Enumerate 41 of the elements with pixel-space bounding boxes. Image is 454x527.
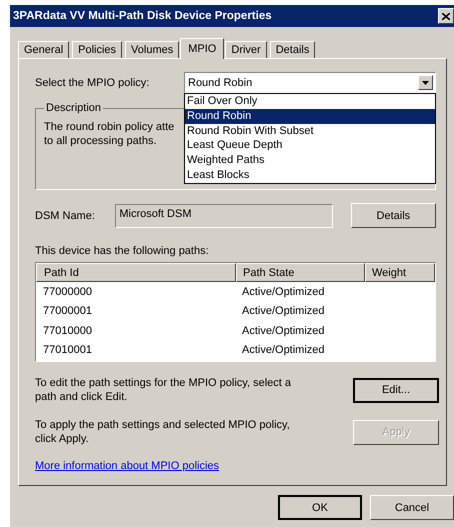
tab[interactable]: Volumes xyxy=(125,41,180,58)
column-header[interactable]: Path State xyxy=(236,263,365,282)
dialog-button[interactable]: OK xyxy=(278,495,362,520)
path-state-cell-text: Active/Optimized xyxy=(241,286,326,298)
dropdown-value: Round Robin xyxy=(188,76,252,88)
policy-dropdown[interactable]: Round Robin xyxy=(184,72,436,93)
dropdown-option[interactable]: Fail Over Only xyxy=(185,94,435,109)
details-button[interactable]: Details xyxy=(350,203,436,228)
path-state-cell-text: Active/Optimized xyxy=(241,324,326,337)
path-id-cell-text: 77000000 xyxy=(42,286,93,298)
tab[interactable]: General xyxy=(18,41,70,58)
path-id-cell-text: 77000001 xyxy=(42,305,93,318)
dropdown-option[interactable]: Round Robin With Subset xyxy=(185,124,435,138)
path-state-cell-text: Active/Optimized xyxy=(241,344,326,356)
policy-label: Select the MPIO policy: xyxy=(35,76,150,88)
path-state-cell-text: Active/Optimized xyxy=(241,305,326,318)
dropdown-option[interactable]: Weighted Paths xyxy=(185,153,435,168)
close-button[interactable] xyxy=(438,8,454,24)
description-text: The round robin policy atte to all processing paths. xyxy=(44,120,174,148)
paths-caption: This device has the following paths: xyxy=(35,245,210,257)
group-title: Description xyxy=(45,102,102,114)
instruction-text: To edit the path settings for the MPIO policy, select a path and click Edit. xyxy=(35,376,291,404)
tab[interactable]: Details xyxy=(270,41,316,58)
dsm-field[interactable]: Microsoft DSM xyxy=(115,204,333,228)
window-title: 3PARdata VV Multi-Path Disk Device Properties xyxy=(13,10,272,22)
path-id-cell-text: 77010000 xyxy=(42,324,93,337)
close-icon xyxy=(442,12,450,20)
path-id-cell-text: 77010001 xyxy=(42,344,93,356)
help-link[interactable]: More information about MPIO policies xyxy=(35,460,220,472)
column-header[interactable]: Weight xyxy=(365,263,435,282)
dialog-button[interactable]: Cancel xyxy=(370,495,454,520)
dropdown-option[interactable]: Least Blocks xyxy=(185,168,435,183)
dsm-label: DSM Name: xyxy=(35,210,96,222)
tab[interactable]: Driver xyxy=(225,41,267,58)
dropdown-option[interactable]: Least Queue Depth xyxy=(185,138,435,154)
column-header[interactable]: Path Id xyxy=(36,263,236,282)
action-button[interactable]: Edit... xyxy=(353,378,439,402)
instruction-text: To apply the path settings and selected MPIO policy, click Apply. xyxy=(35,418,290,446)
dropdown-option[interactable]: Round Robin xyxy=(185,108,435,124)
tab[interactable]: Policies xyxy=(72,41,122,58)
tab[interactable]: MPIO xyxy=(180,38,224,59)
